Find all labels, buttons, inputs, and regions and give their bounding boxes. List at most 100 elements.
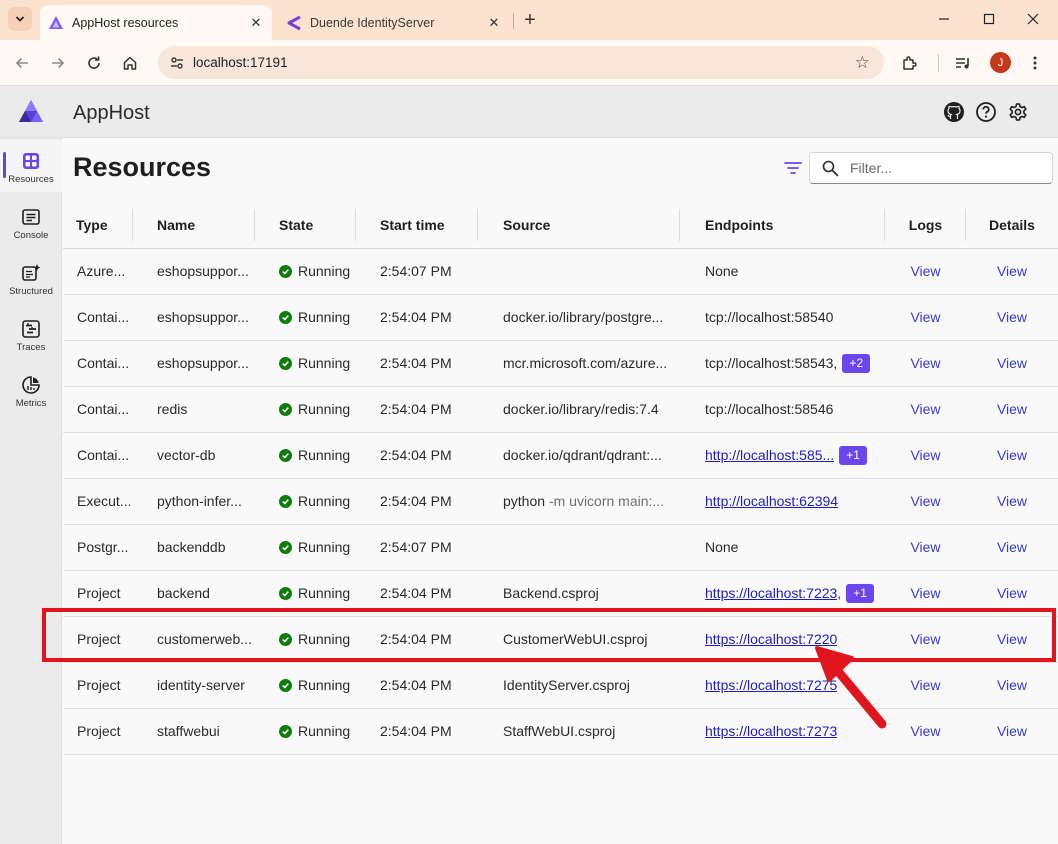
view-details-link[interactable]: View <box>997 263 1027 279</box>
view-logs-link[interactable]: View <box>910 263 940 279</box>
endpoint-link[interactable]: https://localhost:7220 <box>705 631 837 647</box>
close-tab-icon[interactable]: ✕ <box>246 13 266 33</box>
view-details-link[interactable]: View <box>997 355 1027 371</box>
table-row[interactable]: Contai... eshopsuppor... Running 2:54:04 PM… <box>63 340 1058 387</box>
view-details-link[interactable]: View <box>997 677 1027 693</box>
running-check-icon <box>279 678 292 692</box>
column-header-endpoints[interactable]: Endpoints <box>680 202 885 249</box>
table-row[interactable]: Azure... eshopsuppor... Running 2:54:07 PM … <box>63 248 1058 295</box>
cell-endpoints: http://localhost:62394 <box>680 478 885 525</box>
settings-gear-icon[interactable] <box>1006 100 1030 124</box>
more-endpoints-badge[interactable]: +1 <box>846 583 874 603</box>
source-text: StaffWebUI.csproj <box>503 723 616 739</box>
new-tab-button[interactable]: + <box>519 9 541 31</box>
tab-duende-identityserver[interactable]: Duende IdentityServer ✕ <box>280 5 510 40</box>
forward-button[interactable] <box>45 50 71 76</box>
table-row[interactable]: Contai... redis Running 2:54:04 PM docker.io… <box>63 386 1058 433</box>
minimize-window-icon[interactable] <box>933 8 955 30</box>
view-logs-link[interactable]: View <box>910 401 940 417</box>
view-logs-link[interactable]: View <box>910 493 940 509</box>
cell-start-time: 2:54:04 PM <box>356 294 478 341</box>
cell-start-time: 2:54:04 PM <box>356 708 478 755</box>
view-details-link[interactable]: View <box>997 585 1027 601</box>
view-logs-link[interactable]: View <box>910 677 940 693</box>
column-header-name[interactable]: Name <box>133 202 255 249</box>
back-button[interactable] <box>9 50 35 76</box>
nav-item-resources[interactable]: Resources <box>0 140 62 192</box>
profile-avatar[interactable]: J <box>990 52 1011 73</box>
table-row[interactable]: Project backend Running 2:54:04 PM Backend.c… <box>63 570 1058 617</box>
view-logs-link[interactable]: View <box>910 355 940 371</box>
table-row[interactable]: Postgr... backenddb Running 2:54:07 PM None… <box>63 524 1058 571</box>
nav-item-traces[interactable]: Traces <box>0 308 62 360</box>
cell-source: docker.io/library/postgre... <box>478 294 680 341</box>
help-icon[interactable] <box>974 100 998 124</box>
table-row[interactable]: Contai... eshopsuppor... Running 2:54:04 PM… <box>63 294 1058 341</box>
more-endpoints-badge[interactable]: +1 <box>839 445 867 465</box>
bookmark-star-icon[interactable]: ☆ <box>855 53 870 73</box>
close-tab-icon[interactable]: ✕ <box>484 13 504 33</box>
endpoint-link[interactable]: http://localhost:585... <box>705 447 834 463</box>
table-row[interactable]: Contai... vector-db Running 2:54:04 PM docke… <box>63 432 1058 479</box>
view-details-link[interactable]: View <box>997 447 1027 463</box>
column-header-type[interactable]: Type <box>63 202 133 249</box>
home-button[interactable] <box>117 50 143 76</box>
table-row[interactable]: Execut... python-infer... Running 2:54:04 P… <box>63 478 1058 525</box>
endpoint-link[interactable]: https://localhost:7223, <box>705 585 841 601</box>
view-logs-link[interactable]: View <box>910 539 940 555</box>
table-header-row: Type Name State Start time Source Endpoi… <box>63 202 1058 249</box>
column-header-source[interactable]: Source <box>478 202 680 249</box>
view-details-link[interactable]: View <box>997 493 1027 509</box>
more-endpoints-badge[interactable]: +2 <box>842 353 870 373</box>
state-label: Running <box>298 309 351 325</box>
nav-item-structured[interactable]: Structured <box>0 252 62 304</box>
site-info-icon[interactable] <box>164 50 189 75</box>
cell-state: Running <box>255 294 356 341</box>
view-details-link[interactable]: View <box>997 309 1027 325</box>
table-row[interactable]: Project customerweb... Running 2:54:04 PM Cu… <box>63 616 1058 663</box>
endpoint-link[interactable]: http://localhost:62394 <box>705 493 838 509</box>
endpoint-link[interactable]: https://localhost:7275 <box>705 677 837 693</box>
view-details-link[interactable]: View <box>997 539 1027 555</box>
view-details-link[interactable]: View <box>997 723 1027 739</box>
nav-item-metrics[interactable]: Metrics <box>0 364 62 416</box>
close-window-icon[interactable] <box>1022 8 1044 30</box>
cell-state: Running <box>255 708 356 755</box>
media-controls-button[interactable] <box>950 50 976 76</box>
tab-apphost-resources[interactable]: AppHost resources ✕ <box>40 5 272 40</box>
address-bar[interactable]: localhost:17191 ☆ <box>158 46 884 79</box>
tab-search-button[interactable] <box>8 7 32 31</box>
view-logs-link[interactable]: View <box>910 723 940 739</box>
nav-item-console[interactable]: Console <box>0 196 62 248</box>
cell-source: Backend.csproj <box>478 570 680 617</box>
cell-details: View <box>966 570 1058 617</box>
view-details-link[interactable]: View <box>997 631 1027 647</box>
cell-start-time: 2:54:07 PM <box>356 524 478 571</box>
column-header-start-time[interactable]: Start time <box>356 202 478 249</box>
reload-button[interactable] <box>81 50 107 76</box>
cell-logs: View <box>885 294 966 341</box>
filter-options-icon[interactable] <box>782 157 804 179</box>
view-details-link[interactable]: View <box>997 401 1027 417</box>
table-row[interactable]: Project identity-server Running 2:54:04 PM I… <box>63 662 1058 709</box>
browser-menu-button[interactable] <box>1022 50 1048 76</box>
extensions-button[interactable] <box>897 50 923 76</box>
nav-label: Console <box>13 230 49 241</box>
view-logs-link[interactable]: View <box>910 309 940 325</box>
view-logs-link[interactable]: View <box>910 585 940 601</box>
table-row[interactable]: Project staffwebui Running 2:54:04 PM StaffW… <box>63 708 1058 755</box>
github-icon[interactable] <box>942 100 966 124</box>
view-logs-link[interactable]: View <box>910 447 940 463</box>
cell-details: View <box>966 432 1058 479</box>
filter-input[interactable] <box>850 157 1045 179</box>
column-header-state[interactable]: State <box>255 202 356 249</box>
maximize-window-icon[interactable] <box>978 8 1000 30</box>
resources-table: Type Name State Start time Source Endpoi… <box>63 202 1058 755</box>
endpoint-link[interactable]: https://localhost:7273 <box>705 723 837 739</box>
toolbar-divider <box>938 54 939 72</box>
page-title: Resources <box>73 152 212 182</box>
filter-field[interactable] <box>809 152 1053 184</box>
view-logs-link[interactable]: View <box>910 631 940 647</box>
aspire-logo-icon[interactable] <box>17 98 45 126</box>
cell-name: backenddb <box>133 524 255 571</box>
